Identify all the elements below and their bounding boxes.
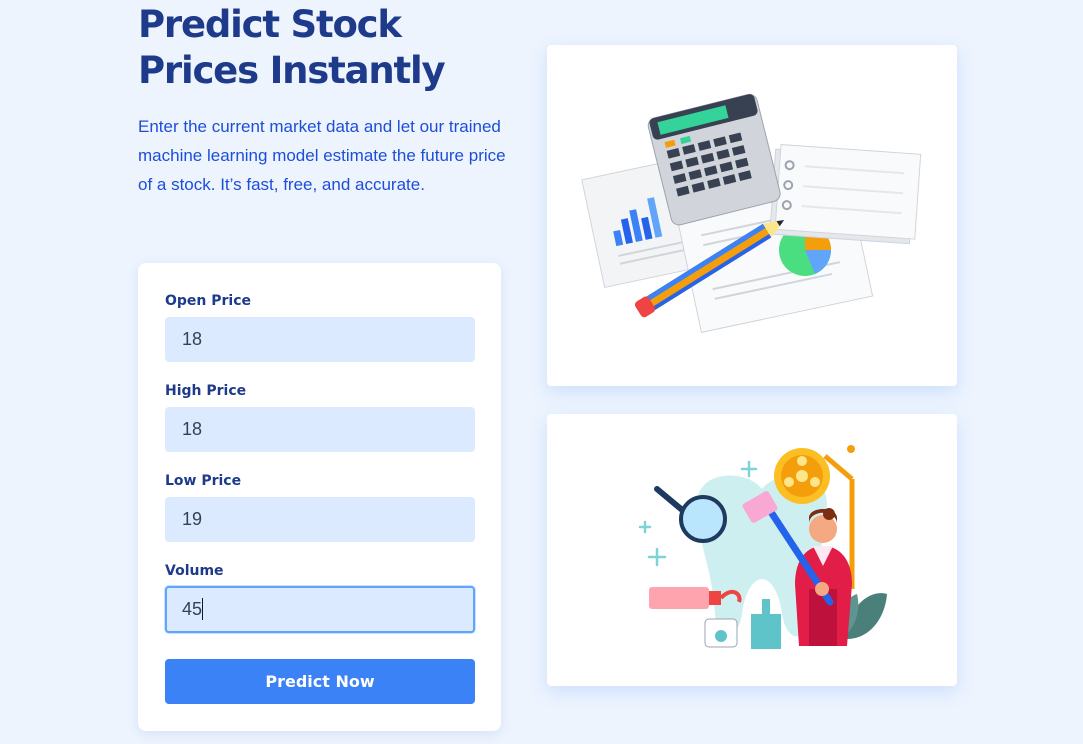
open-price-input[interactable]: [165, 317, 475, 362]
page-title: Predict Stock Prices Instantly: [138, 3, 446, 92]
low-price-input[interactable]: [165, 497, 475, 542]
hero-description: Enter the current market data and let ou…: [138, 117, 506, 194]
high-price-input[interactable]: [165, 407, 475, 452]
prediction-form: Open Price High Price Low Price Volume P…: [138, 263, 501, 731]
finance-illustration-card: [547, 45, 957, 386]
dentist-icon: [638, 445, 887, 649]
volume-label: Volume: [165, 563, 224, 579]
text-cursor: [202, 598, 203, 620]
finance-calculator-icon: [581, 93, 922, 333]
open-price-label: Open Price: [165, 293, 252, 309]
volume-input[interactable]: [165, 586, 475, 633]
dentist-illustration-card: [547, 414, 957, 686]
high-price-label: High Price: [165, 383, 247, 399]
predict-now-button[interactable]: Predict Now: [165, 659, 475, 704]
low-price-label: Low Price: [165, 473, 242, 489]
